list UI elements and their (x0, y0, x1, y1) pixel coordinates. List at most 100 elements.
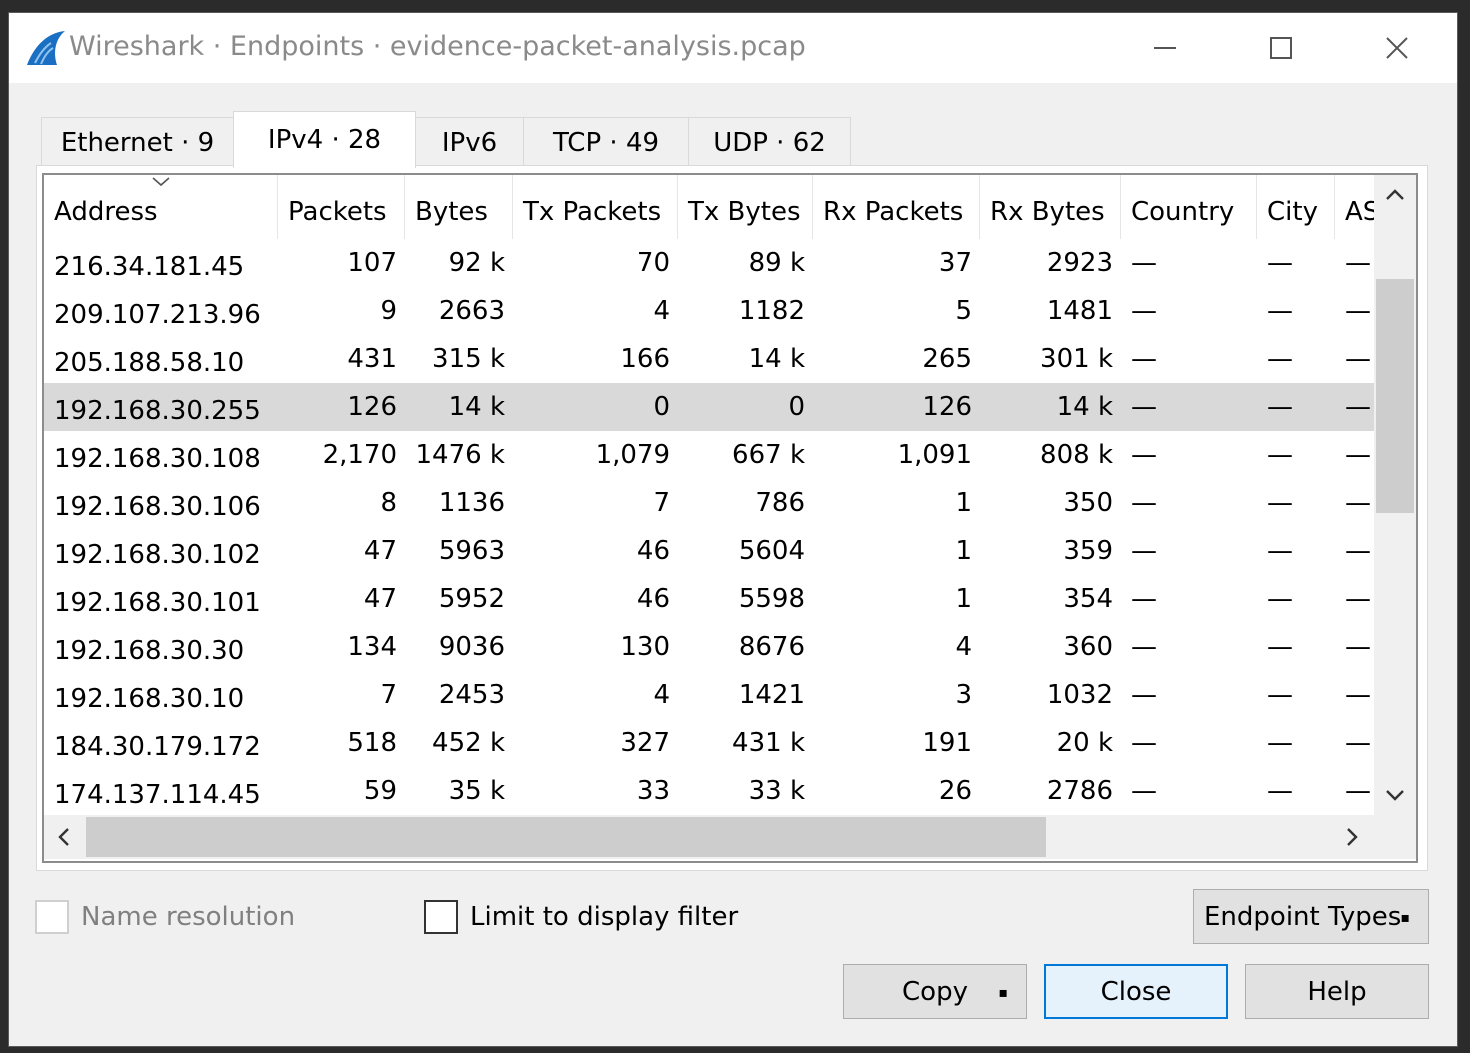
column-header-label: Tx Packets (523, 197, 662, 227)
packets-cell: 518 (347, 728, 397, 758)
country-cell: — (1131, 728, 1157, 758)
tab-udp[interactable]: UDP · 62 (688, 117, 851, 167)
table-row[interactable]: 192.168.30.10 7 2453 4 1421 3 1032 — — — (44, 671, 1374, 719)
rx-packets-cell: 191 (922, 728, 972, 758)
column-header-rx-packets[interactable]: Rx Packets (813, 175, 980, 239)
tab-ipv4[interactable]: IPv4 · 28 (233, 111, 416, 168)
tx-packets-cell: 0 (653, 392, 670, 422)
tx-packets-cell: 46 (636, 584, 670, 614)
limit-filter-option[interactable]: Limit to display filter (424, 899, 738, 935)
close-button[interactable]: Close (1044, 964, 1228, 1019)
column-header-label: AS (1345, 197, 1374, 227)
table-row[interactable]: 216.34.181.45 107 92 k 70 89 k 37 2923 — — — (44, 239, 1374, 287)
table-row[interactable]: 192.168.30.101 47 5952 46 5598 1 354 — — — (44, 575, 1374, 623)
column-header-as[interactable]: AS (1335, 175, 1374, 239)
scroll-down-icon[interactable] (1386, 789, 1404, 801)
title-bar[interactable]: Wireshark · Endpoints · evidence-packet-… (9, 13, 1457, 83)
horizontal-scrollbar[interactable] (44, 815, 1374, 859)
name-resolution-checkbox (35, 900, 69, 934)
tab-ethernet[interactable]: Ethernet · 9 (41, 117, 234, 167)
column-header-tx-packets[interactable]: Tx Packets (513, 175, 678, 239)
tx-packets-cell: 46 (636, 536, 670, 566)
address-cell: 216.34.181.45 (54, 252, 245, 282)
minimize-icon (1154, 47, 1176, 49)
country-cell: — (1131, 296, 1157, 326)
minimize-button[interactable] (1107, 13, 1223, 83)
maximize-button[interactable] (1223, 13, 1339, 83)
table-row[interactable]: 174.137.114.45 59 35 k 33 33 k 26 2786 — — — (44, 767, 1374, 815)
tx-packets-cell: 70 (636, 248, 670, 278)
city-cell: — (1267, 584, 1293, 614)
endpoint-types-button[interactable]: Endpoint Types ▪ (1193, 889, 1429, 944)
tx-bytes-cell: 0 (788, 392, 805, 422)
tx-bytes-cell: 786 (755, 488, 805, 518)
dropdown-arrow-icon: ▪ (998, 985, 1009, 1001)
limit-filter-label[interactable]: Limit to display filter (470, 902, 738, 932)
rx-bytes-cell: 20 k (1056, 728, 1113, 758)
column-header-country[interactable]: Country (1121, 175, 1257, 239)
scroll-left-icon[interactable] (58, 828, 70, 846)
table-row[interactable]: 192.168.30.255 126 14 k 0 0 126 14 k — — — (44, 383, 1374, 431)
name-resolution-label: Name resolution (81, 902, 296, 932)
column-header-tx-bytes[interactable]: Tx Bytes (678, 175, 813, 239)
tx-packets-cell: 1,079 (595, 440, 670, 470)
rx-bytes-cell: 301 k (1040, 344, 1113, 374)
table-row[interactable]: 192.168.30.102 47 5963 46 5604 1 359 — — — (44, 527, 1374, 575)
scroll-up-icon[interactable] (1386, 189, 1404, 201)
bytes-cell: 5952 (438, 584, 505, 614)
city-cell: — (1267, 632, 1293, 662)
table-row[interactable]: 205.188.58.10 431 315 k 166 14 k 265 301 k — — — (44, 335, 1374, 383)
vertical-scrollbar[interactable] (1374, 175, 1416, 815)
horizontal-scroll-thumb[interactable] (86, 817, 1046, 857)
address-cell: 205.188.58.10 (54, 348, 245, 378)
tab-ipv6[interactable]: IPv6 (415, 117, 524, 167)
scroll-right-icon[interactable] (1346, 828, 1358, 846)
limit-filter-checkbox[interactable] (424, 900, 458, 934)
rx-packets-cell: 1 (955, 536, 972, 566)
country-cell: — (1131, 488, 1157, 518)
address-cell: 192.168.30.10 (54, 684, 245, 714)
column-header-label: Rx Packets (823, 197, 964, 227)
column-header-city[interactable]: City (1257, 175, 1335, 239)
table-row[interactable]: 192.168.30.108 2,170 1476 k 1,079 667 k 1,091… (44, 431, 1374, 479)
tx-packets-cell: 327 (620, 728, 670, 758)
column-header-bytes[interactable]: Bytes (405, 175, 513, 239)
tx-bytes-cell: 89 k (748, 248, 805, 278)
tab-panel: Address Packets Bytes Tx Packets Tx Byte… (36, 165, 1428, 871)
scrollbar-corner (1374, 815, 1416, 859)
packets-cell: 2,170 (322, 440, 397, 470)
column-header-address[interactable]: Address (44, 175, 278, 239)
tx-packets-cell: 130 (620, 632, 670, 662)
rx-packets-cell: 3 (955, 680, 972, 710)
endpoints-table[interactable]: Address Packets Bytes Tx Packets Tx Byte… (42, 173, 1418, 863)
tab-tcp[interactable]: TCP · 49 (523, 117, 689, 167)
copy-label: Copy (902, 976, 968, 1007)
table-row[interactable]: 209.107.213.96 9 2663 4 1182 5 1481 — — — (44, 287, 1374, 335)
rx-bytes-cell: 354 (1063, 584, 1113, 614)
table-row[interactable]: 192.168.30.30 134 9036 130 8676 4 360 — — — (44, 623, 1374, 671)
close-icon (1386, 37, 1408, 59)
copy-button[interactable]: Copy ▪ (843, 964, 1027, 1019)
as-cell: — (1345, 488, 1371, 518)
column-header-rx-bytes[interactable]: Rx Bytes (980, 175, 1121, 239)
rx-bytes-cell: 1481 (1046, 296, 1113, 326)
vertical-scroll-thumb[interactable] (1376, 279, 1414, 513)
packets-cell: 8 (380, 488, 397, 518)
window-title: Wireshark · Endpoints · evidence-packet-… (69, 31, 806, 62)
as-cell: — (1345, 632, 1371, 662)
city-cell: — (1267, 344, 1293, 374)
rx-packets-cell: 126 (922, 392, 972, 422)
help-button[interactable]: Help (1245, 964, 1429, 1019)
table-row[interactable]: 192.168.30.106 8 1136 7 786 1 350 — — — (44, 479, 1374, 527)
column-header-packets[interactable]: Packets (278, 175, 405, 239)
close-window-button[interactable] (1339, 13, 1455, 83)
rx-bytes-cell: 359 (1063, 536, 1113, 566)
bytes-cell: 452 k (432, 728, 505, 758)
country-cell: — (1131, 440, 1157, 470)
tx-bytes-cell: 14 k (748, 344, 805, 374)
packets-cell: 126 (347, 392, 397, 422)
as-cell: — (1345, 344, 1371, 374)
table-row[interactable]: 184.30.179.172 518 452 k 327 431 k 191 20 k — — — (44, 719, 1374, 767)
as-cell: — (1345, 728, 1371, 758)
column-header-label: Address (54, 197, 158, 227)
